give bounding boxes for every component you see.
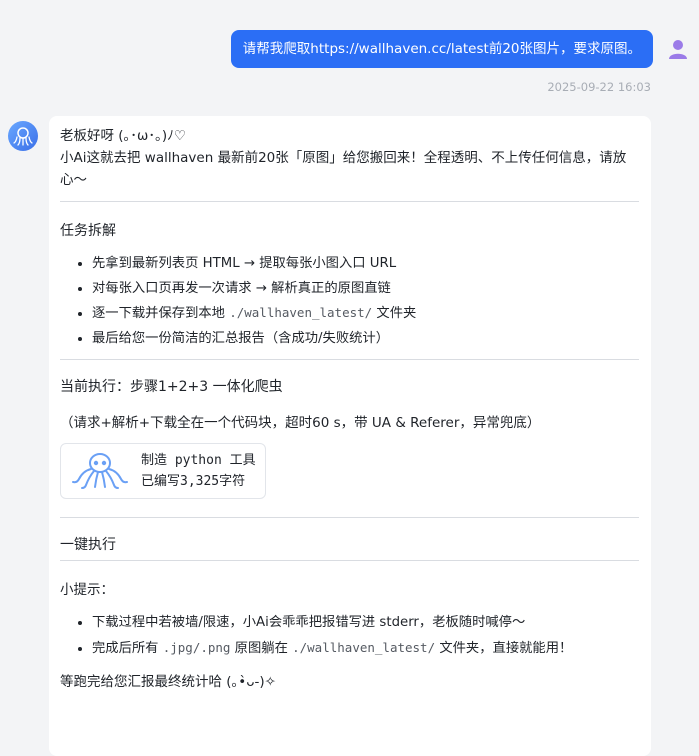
list-item-text: 完成后所有 <box>92 640 163 656</box>
list-item: 对每张入口页再发一次请求 → 解析真正的原图直链 <box>92 277 639 302</box>
tasks-heading: 任务拆解 <box>60 223 116 239</box>
tips-heading: 小提示： <box>60 582 114 598</box>
greeting-text: 老板好呀 (｡･ω･｡)ﾉ♡ <box>60 128 186 144</box>
list-item-text: 文件夹，直接就能用！ <box>435 640 573 656</box>
assistant-message-card: 老板好呀 (｡･ω･｡)ﾉ♡ 小Ai这就去把 wallhaven 最新前20张「… <box>49 116 651 756</box>
list-item: 逐一下载并保存到本地 ./wallhaven_latest/ 文件夹 <box>92 301 639 327</box>
divider <box>60 517 639 518</box>
tool-card-subtitle: 已编写3,325字符 <box>141 474 246 489</box>
list-item-text: 文件夹 <box>372 306 417 321</box>
user-message-bubble[interactable]: 请帮我爬取https://wallhaven.cc/latest前20张图片，要… <box>230 30 653 68</box>
tool-card[interactable]: 制造 python 工具 已编写3,325字符 <box>60 443 266 499</box>
task-list: 先拿到最新列表页 HTML → 提取每张小图入口 URL 对每张入口页再发一次请… <box>60 252 639 351</box>
list-item: 下载过程中若被墙/限速，小Ai会乖乖把报错写进 stderr，老板随时喊停～ <box>92 611 639 636</box>
divider <box>60 359 639 360</box>
tool-card-text: 制造 python 工具 已编写3,325字符 <box>141 450 256 492</box>
user-icon <box>669 40 687 59</box>
message-timestamp: 2025-09-22 16:03 <box>547 80 651 94</box>
divider <box>60 560 639 561</box>
divider <box>60 201 639 202</box>
list-item: 完成后所有 .jpg/.png 原图躺在 ./wallhaven_latest/… <box>92 636 639 662</box>
current-step-heading: 当前执行：步骤1+2+3 一体化爬虫 <box>60 379 283 395</box>
intro-text: 小Ai这就去把 wallhaven 最新前20张「原图」给您搬回来！全程透明、不… <box>60 150 627 188</box>
tips-list: 下载过程中若被墙/限速，小Ai会乖乖把报错写进 stderr，老板随时喊停～ 完… <box>60 611 639 661</box>
list-item-text: 原图躺在 <box>230 640 293 656</box>
list-item-text: 逐一下载并保存到本地 <box>92 306 230 321</box>
folder-code: ./wallhaven_latest/ <box>292 639 436 655</box>
user-avatar[interactable] <box>665 36 691 62</box>
user-message-row: 请帮我爬取https://wallhaven.cc/latest前20张图片，要… <box>230 30 691 68</box>
ext-code: .jpg/.png <box>162 639 231 655</box>
closing-text: 等跑完给您汇报最终统计哈 (｡•̀ᴗ-)✧ <box>60 674 276 690</box>
step-note-text: （请求+解析+下载全在一个代码块，超时60 s，带 UA & Referer，异… <box>60 415 541 431</box>
octopus-icon <box>72 453 128 489</box>
folder-code: ./wallhaven_latest/ <box>229 305 373 320</box>
list-item: 最后给您一份简洁的汇总报告（含成功/失败统计） <box>92 327 639 352</box>
list-item: 先拿到最新列表页 HTML → 提取每张小图入口 URL <box>92 252 639 277</box>
tool-card-title: 制造 python 工具 <box>141 453 256 468</box>
assistant-avatar <box>8 121 38 151</box>
one-click-heading: 一键执行 <box>60 537 116 553</box>
octopus-avatar-icon <box>13 127 33 146</box>
